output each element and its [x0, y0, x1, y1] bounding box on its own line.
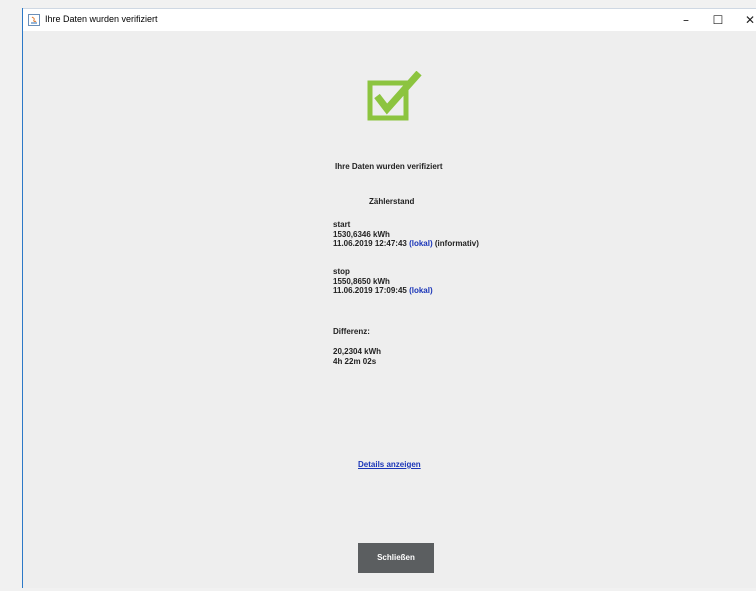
difference-duration: 4h 22m 02s: [333, 356, 377, 366]
start-reading: start 1530,6346 kWh 11.06.2019 12:47:43 …: [333, 220, 479, 249]
desktop-background: [0, 0, 22, 573]
start-local-tag: (lokal): [409, 239, 433, 248]
difference-values: 20,2304 kWh 4h 22m 02s: [333, 347, 381, 366]
meter-reading-heading: Zählerstand: [369, 197, 415, 206]
checkbox-checked-icon: [367, 71, 422, 121]
stop-label: stop: [333, 267, 350, 276]
maximize-button[interactable]: ☐: [703, 9, 733, 31]
dialog-content: Ihre Daten wurden verifiziert Zählerstan…: [23, 31, 756, 591]
difference-label: Differenz:: [333, 327, 370, 336]
difference-energy: 20,2304 kWh: [333, 347, 382, 356]
details-link[interactable]: Details anzeigen: [358, 460, 421, 469]
start-label: start: [333, 220, 351, 229]
start-value: 1530,6346 kWh: [333, 229, 390, 239]
stop-timestamp: 11.06.2019 17:09:45: [333, 286, 407, 295]
stop-timestamp-line: 11.06.2019 17:09:45 (lokal): [333, 286, 433, 296]
verification-heading: Ihre Daten wurden verifiziert: [335, 162, 443, 171]
window-title: Ihre Daten wurden verifiziert: [45, 14, 158, 24]
title-bar: Ihre Daten wurden verifiziert – ☐ ✕: [23, 8, 756, 31]
stop-local-tag: (lokal): [409, 286, 433, 295]
dialog-window: Ihre Daten wurden verifiziert – ☐ ✕ Ihre…: [22, 8, 756, 588]
close-button[interactable]: Schließen: [358, 543, 434, 573]
minimize-button[interactable]: –: [671, 9, 701, 31]
start-timestamp: 11.06.2019 12:47:43: [333, 239, 407, 248]
java-app-icon: [28, 14, 40, 26]
stop-reading: stop 1550,8650 kWh 11.06.2019 17:09:45 (…: [333, 267, 433, 296]
start-note: (informativ): [434, 239, 479, 248]
close-window-button[interactable]: ✕: [735, 9, 756, 31]
start-timestamp-line: 11.06.2019 12:47:43 (lokal) (informativ): [333, 239, 479, 249]
stop-value: 1550,8650 kWh: [333, 276, 390, 286]
